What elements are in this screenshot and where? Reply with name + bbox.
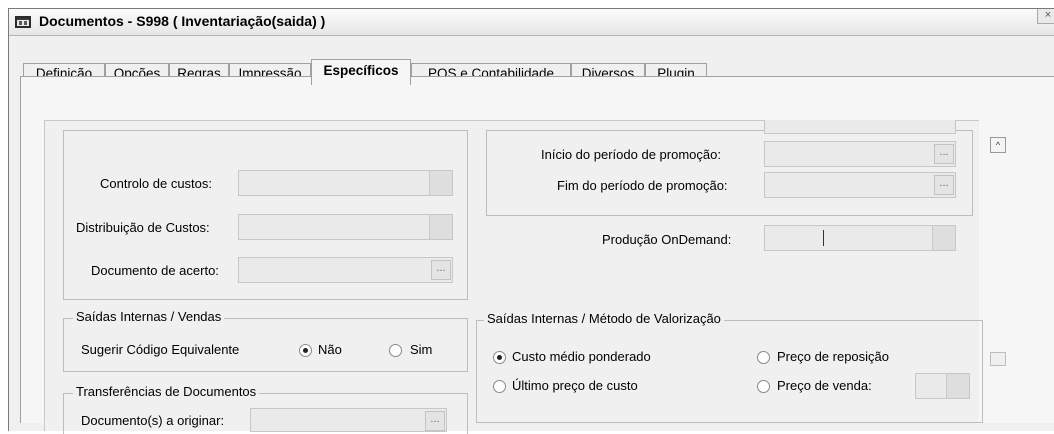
producao-ondemand-label: Produção OnDemand: bbox=[602, 232, 732, 247]
calendar-button[interactable]: ... bbox=[934, 175, 954, 195]
dropdown-arrow-icon[interactable] bbox=[429, 215, 452, 239]
close-button[interactable]: × bbox=[1037, 9, 1054, 24]
valorizacao-legend: Saídas Internas / Método de Valorização bbox=[484, 311, 724, 326]
saidas-vendas-legend: Saídas Internas / Vendas bbox=[73, 309, 225, 324]
radio-ultimo-preco[interactable] bbox=[493, 380, 506, 393]
dropdown-arrow-icon[interactable] bbox=[429, 171, 452, 195]
tab-especificos[interactable]: Específicos bbox=[311, 59, 411, 85]
dropdown-arrow-icon[interactable] bbox=[932, 226, 955, 250]
calendar-button[interactable]: ... bbox=[934, 144, 954, 164]
transferencias-legend: Transferências de Documentos bbox=[73, 384, 260, 399]
browse-button[interactable]: ... bbox=[431, 260, 451, 280]
documentos-originar-label: Documento(s) a originar: bbox=[81, 413, 225, 428]
preco-venda-select[interactable] bbox=[915, 373, 970, 399]
controlo-custos-select[interactable] bbox=[238, 170, 453, 196]
radio-sim[interactable] bbox=[389, 344, 402, 357]
documento-acerto-label: Documento de acerto: bbox=[91, 263, 219, 278]
text-cursor bbox=[823, 230, 824, 246]
ultimo-preco-label[interactable]: Último preço de custo bbox=[512, 378, 638, 393]
window-title: Documentos - S998 ( Inventariação(saida)… bbox=[39, 13, 326, 29]
radio-preco-venda[interactable] bbox=[757, 380, 770, 393]
radio-nao-label[interactable]: Não bbox=[318, 342, 342, 357]
app-icon bbox=[15, 16, 31, 28]
distribuicao-custos-select[interactable] bbox=[238, 214, 453, 240]
scroll-up-button[interactable]: ^ bbox=[990, 137, 1006, 153]
fim-promocao-label: Fim do período de promoção: bbox=[557, 178, 728, 193]
distribuicao-custos-label: Distribuição de Custos: bbox=[76, 220, 210, 235]
radio-sim-label[interactable]: Sim bbox=[410, 342, 432, 357]
inicio-promocao-label: Início do período de promoção: bbox=[541, 147, 721, 162]
sugerir-codigo-label: Sugerir Código Equivalente bbox=[81, 342, 240, 357]
fim-promocao-field[interactable]: ... bbox=[764, 172, 956, 198]
dropdown-arrow-icon[interactable] bbox=[946, 374, 969, 398]
producao-ondemand-select[interactable] bbox=[764, 225, 956, 251]
custo-medio-label[interactable]: Custo médio ponderado bbox=[512, 349, 651, 364]
inicio-promocao-field[interactable]: ... bbox=[764, 141, 956, 167]
documento-acerto-field[interactable]: ... bbox=[238, 257, 453, 283]
browse-button[interactable]: ... bbox=[425, 411, 445, 431]
controlo-custos-label: Controlo de custos: bbox=[100, 176, 213, 191]
documentos-originar-field[interactable]: ... bbox=[250, 408, 447, 432]
preco-reposicao-label[interactable]: Preço de reposição bbox=[777, 349, 889, 364]
radio-custo-medio[interactable] bbox=[493, 351, 506, 364]
radio-nao[interactable] bbox=[299, 344, 312, 357]
promotion-top-field[interactable] bbox=[764, 120, 956, 134]
preco-venda-label[interactable]: Preço de venda: bbox=[777, 378, 872, 393]
title-bar: Documentos - S998 ( Inventariação(saida)… bbox=[9, 9, 1054, 36]
scroll-thumb[interactable] bbox=[990, 352, 1006, 366]
valorizacao-group bbox=[476, 320, 983, 423]
radio-preco-reposicao[interactable] bbox=[757, 351, 770, 364]
